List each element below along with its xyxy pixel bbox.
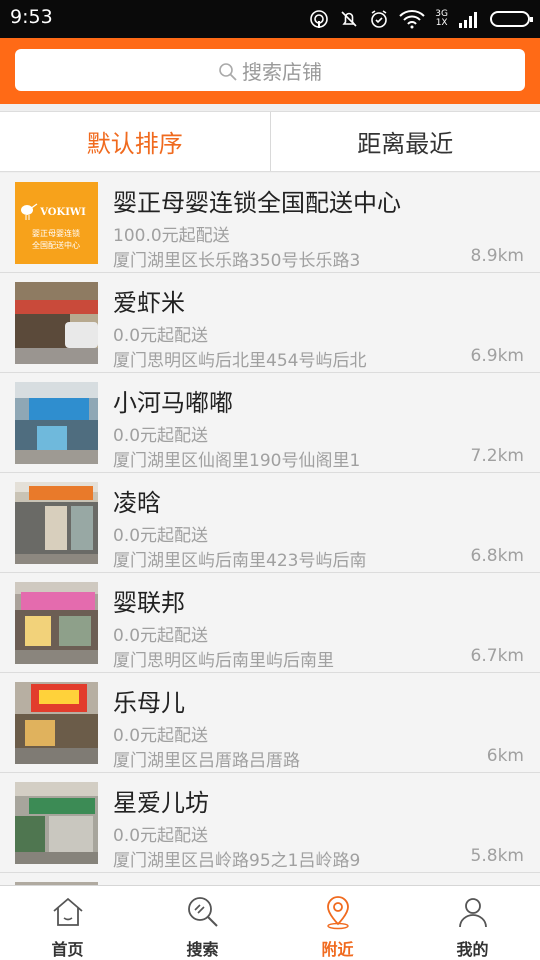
shop-list[interactable]: VOKIWI 婴正母婴连锁 全国配送中心 婴正母婴连锁全国配送中心 100.0元… xyxy=(0,173,540,885)
wifi-icon xyxy=(399,10,426,29)
shop-thumbnail xyxy=(15,782,98,864)
shop-address: 厦门湖里区长乐路350号长乐路3 xyxy=(113,251,361,271)
shop-thumbnail xyxy=(15,382,98,464)
shop-min-order: 0.0元起配送 xyxy=(113,526,209,546)
nav-nearby-label: 附近 xyxy=(321,940,354,959)
shop-address: 厦门湖里区仙阁里190号仙阁里1 xyxy=(113,451,361,471)
silent-icon xyxy=(341,11,357,27)
shop-min-order: 0.0元起配送 xyxy=(113,326,209,346)
shop-address: 厦门湖里区吕厝路吕厝路 xyxy=(113,751,300,771)
search-input[interactable]: 搜索店铺 xyxy=(15,49,525,91)
header-bar: 搜索店铺 xyxy=(0,38,540,104)
shop-item[interactable]: 婴联邦 0.0元起配送 厦门思明区屿后南里屿后南里 6.7km xyxy=(0,573,540,673)
shop-distance: 7.2km xyxy=(470,446,524,466)
shop-item[interactable]: VOKIWI 婴正母婴连锁 全国配送中心 婴正母婴连锁全国配送中心 100.0元… xyxy=(0,173,540,273)
thumb-brand: VOKIWI xyxy=(39,207,86,218)
nav-profile[interactable]: 我的 xyxy=(405,886,540,960)
shop-distance: 8.9km xyxy=(470,246,524,266)
search-placeholder: 搜索店铺 xyxy=(242,59,322,84)
shop-distance: 6.9km xyxy=(470,346,524,366)
shop-item[interactable]: 爱虾米 0.0元起配送 厦门思明区屿后北里454号屿后北 6.9km xyxy=(0,273,540,373)
shop-name: 爱虾米 xyxy=(113,289,185,317)
shop-distance: 6km xyxy=(486,746,524,766)
status-bar: 9:53 3G 1X xyxy=(0,0,540,38)
shop-name: 小河马嘟嘟 xyxy=(113,389,233,417)
shop-name: 凌晗 xyxy=(113,489,161,517)
shop-item-partial[interactable] xyxy=(0,873,540,885)
shop-address: 厦门湖里区吕岭路95之1吕岭路9 xyxy=(113,851,361,871)
thumb-line-2: 全国配送中心 xyxy=(32,240,80,250)
shop-name: 婴联邦 xyxy=(113,589,185,617)
shop-item[interactable]: 凌晗 0.0元起配送 厦门湖里区屿后南里423号屿后南 6.8km xyxy=(0,473,540,573)
shop-address: 厦门思明区屿后南里屿后南里 xyxy=(113,651,334,671)
shop-min-order: 0.0元起配送 xyxy=(113,826,209,846)
shop-distance: 5.8km xyxy=(470,846,524,866)
sort-tabs: 默认排序 距离最近 xyxy=(0,111,540,172)
shop-item[interactable]: 星爱儿坊 0.0元起配送 厦门湖里区吕岭路95之1吕岭路9 5.8km xyxy=(0,773,540,873)
signal-icon xyxy=(459,12,477,28)
shop-name: 乐母儿 xyxy=(113,689,185,717)
shop-thumbnail xyxy=(15,482,98,564)
nav-home[interactable]: 首页 xyxy=(0,886,135,960)
nav-profile-label: 我的 xyxy=(456,940,489,959)
shop-item[interactable]: 小河马嘟嘟 0.0元起配送 厦门湖里区仙阁里190号仙阁里1 7.2km xyxy=(0,373,540,473)
network-sub-label: 1X xyxy=(435,18,448,28)
nav-search-label: 搜索 xyxy=(186,940,219,959)
search-icon xyxy=(187,897,218,927)
home-icon xyxy=(52,897,83,926)
shop-address: 厦门湖里区屿后南里423号屿后南 xyxy=(113,551,367,571)
shop-name: 婴正母婴连锁全国配送中心 xyxy=(113,189,401,217)
hotspot-icon xyxy=(310,10,329,28)
shop-min-order: 0.0元起配送 xyxy=(113,626,209,646)
tab-nearest[interactable]: 距离最近 xyxy=(271,112,540,171)
battery-icon xyxy=(490,11,533,27)
tab-default-sort[interactable]: 默认排序 xyxy=(0,112,270,171)
status-time: 9:53 xyxy=(10,6,53,28)
shop-name: 星爱儿坊 xyxy=(113,789,209,817)
shop-distance: 6.8km xyxy=(470,546,524,566)
shop-thumbnail xyxy=(15,282,98,364)
location-pin-icon xyxy=(326,896,349,930)
search-icon xyxy=(219,63,237,81)
shop-item[interactable]: 乐母儿 0.0元起配送 厦门湖里区吕厝路吕厝路 6km xyxy=(0,673,540,773)
nav-search[interactable]: 搜索 xyxy=(135,886,270,960)
shop-thumbnail xyxy=(15,682,98,764)
shop-min-order: 100.0元起配送 xyxy=(113,226,230,246)
network-type: 3G 1X xyxy=(435,10,448,28)
nav-nearby[interactable]: 附近 xyxy=(270,886,405,960)
shop-thumbnail: VOKIWI 婴正母婴连锁 全国配送中心 xyxy=(15,182,98,264)
shop-distance: 6.7km xyxy=(470,646,524,666)
status-icons: 3G 1X xyxy=(309,8,533,30)
shop-address: 厦门思明区屿后北里454号屿后北 xyxy=(113,351,367,371)
alarm-icon xyxy=(371,10,388,28)
user-icon xyxy=(458,898,487,928)
bottom-nav: 首页 搜索 附近 我的 xyxy=(0,885,540,960)
nav-home-label: 首页 xyxy=(51,940,84,959)
tab-default-sort-label: 默认排序 xyxy=(86,130,183,158)
shop-min-order: 0.0元起配送 xyxy=(113,726,209,746)
thumb-line-1: 婴正母婴连锁 xyxy=(32,228,80,238)
tab-nearest-label: 距离最近 xyxy=(357,130,454,158)
shop-min-order: 0.0元起配送 xyxy=(113,426,209,446)
shop-thumbnail xyxy=(15,582,98,664)
